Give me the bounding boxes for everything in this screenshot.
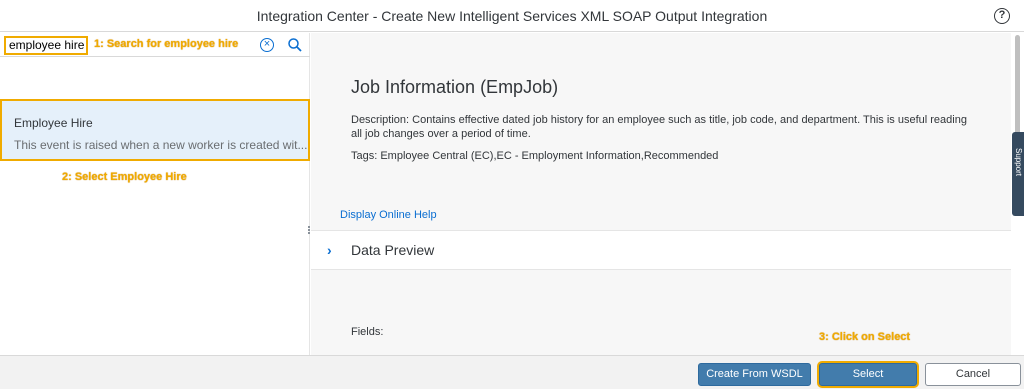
support-tab-label: Support xyxy=(1014,148,1023,177)
cancel-button[interactable]: Cancel xyxy=(925,363,1021,386)
data-preview-label: Data Preview xyxy=(351,242,435,258)
integration-dialog: Integration Center - Create New Intellig… xyxy=(0,0,1024,389)
help-icon[interactable]: ? xyxy=(994,8,1010,24)
step-annotation-search: 1: Search for employee hire xyxy=(94,38,239,50)
chevron-right-icon[interactable]: › xyxy=(327,242,332,258)
search-icon[interactable] xyxy=(287,37,303,53)
detail-tags: Tags: Employee Central (EC),EC - Employm… xyxy=(351,150,719,162)
list-item-employee-hire[interactable]: Employee Hire This event is raised when … xyxy=(0,99,310,161)
detail-description: Description: Contains effective dated jo… xyxy=(351,114,967,140)
step-annotation-select-item: 2: Select Employee Hire xyxy=(62,171,187,183)
detail-title: Job Information (EmpJob) xyxy=(351,77,559,97)
scrollbar-thumb[interactable] xyxy=(1015,35,1020,135)
event-list-pane: employee hire 1: Search for employee hir… xyxy=(0,33,310,355)
dialog-header: Integration Center - Create New Intellig… xyxy=(0,0,1024,32)
list-item-title: Employee Hire xyxy=(14,116,93,130)
detail-pane: Job Information (EmpJob) Description: Co… xyxy=(311,33,1011,355)
fields-label: Fields: xyxy=(351,326,384,338)
select-button[interactable]: Select xyxy=(819,363,917,386)
online-help-link[interactable]: Display Online Help xyxy=(340,209,437,221)
search-bar: employee hire 1: Search for employee hir… xyxy=(0,33,310,57)
step-annotation-click-select: 3: Click on Select xyxy=(819,331,911,343)
data-preview-section[interactable]: › Data Preview xyxy=(311,230,1011,270)
create-from-wsdl-button[interactable]: Create From WSDL xyxy=(698,363,811,386)
list-item-description: This event is raised when a new worker i… xyxy=(14,138,308,152)
dialog-footer: Create From WSDL Select Cancel xyxy=(0,355,1024,389)
dialog-title: Integration Center - Create New Intellig… xyxy=(256,8,768,24)
clear-search-icon[interactable]: × xyxy=(260,38,274,52)
search-input[interactable]: employee hire xyxy=(4,36,88,55)
